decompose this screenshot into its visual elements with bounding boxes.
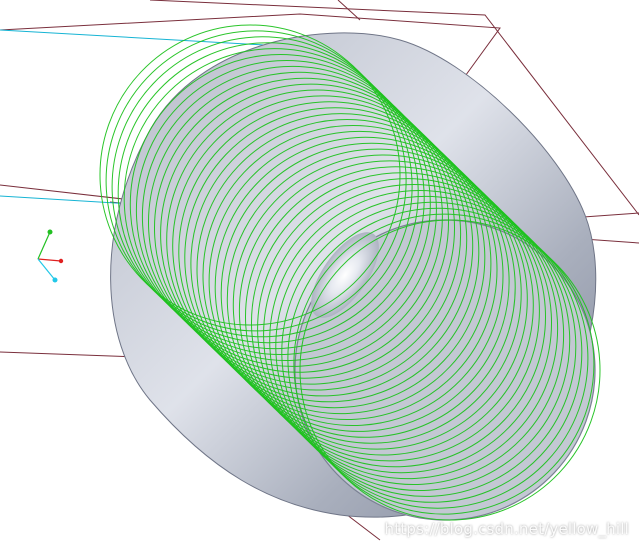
model-canvas[interactable] — [0, 0, 639, 546]
triad-z-axis — [37, 258, 56, 281]
triad-x-dot — [58, 258, 64, 264]
coordinate-system-icon[interactable] — [37, 229, 64, 283]
triad-y-axis — [37, 231, 51, 260]
triad-z-dot — [52, 277, 58, 283]
watermark-text: https://blog.csdn.net/yellow_hill — [384, 520, 629, 538]
model-viewport[interactable]: https://blog.csdn.net/yellow_hill — [0, 0, 639, 546]
triad-y-dot — [47, 229, 53, 235]
datum-axis-line-top[interactable] — [0, 29, 301, 48]
triad-x-axis — [37, 258, 62, 262]
cylinder-body[interactable] — [110, 32, 639, 546]
